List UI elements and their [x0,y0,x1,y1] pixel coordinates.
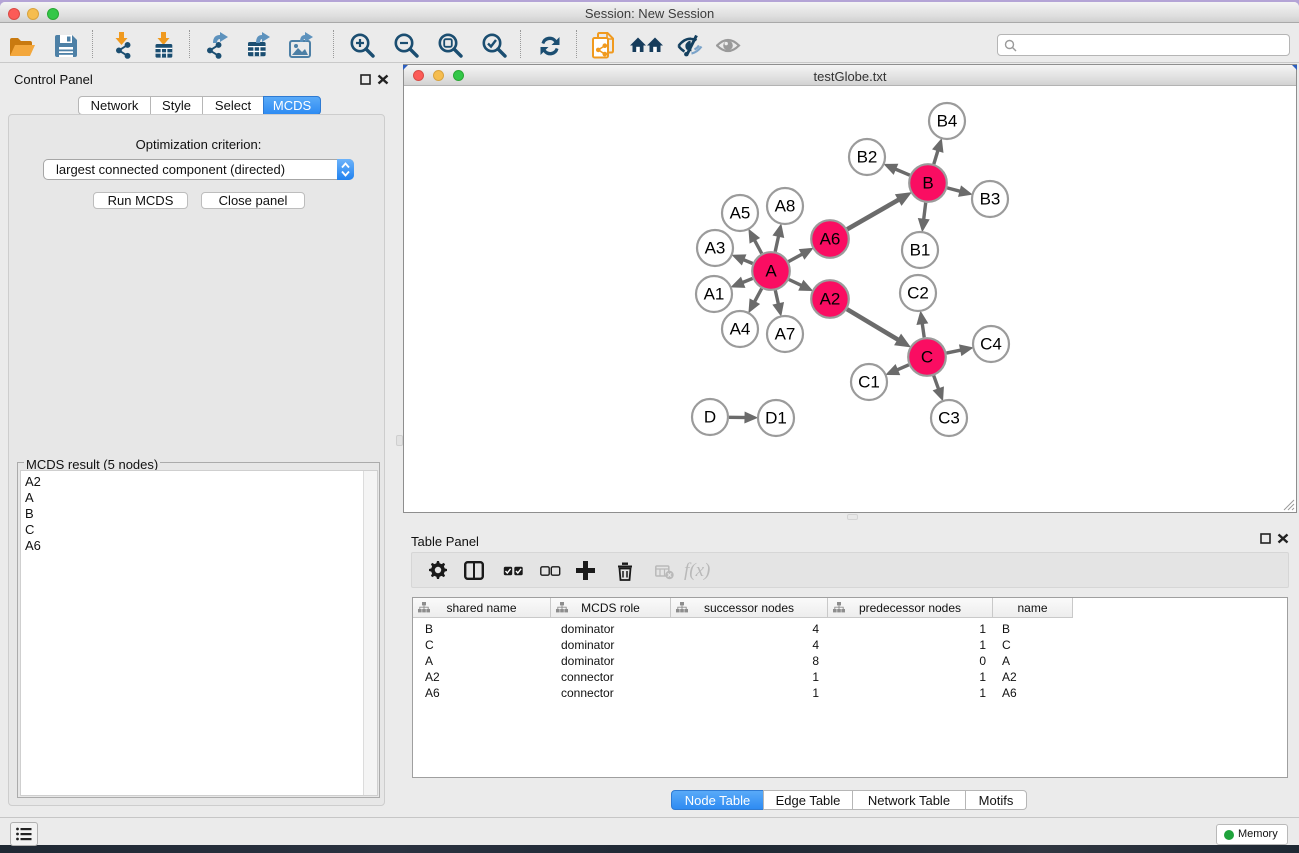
svg-text:A6: A6 [820,230,841,249]
svg-text:B4: B4 [937,112,958,131]
svg-text:C2: C2 [907,284,929,303]
svg-text:C4: C4 [980,335,1002,354]
svg-text:C1: C1 [858,373,880,392]
svg-text:A4: A4 [730,320,751,339]
svg-text:B3: B3 [980,190,1001,209]
svg-text:D: D [704,408,716,427]
svg-text:A2: A2 [820,290,841,309]
svg-text:A7: A7 [775,325,796,344]
svg-text:A5: A5 [730,204,751,223]
svg-text:C3: C3 [938,409,960,428]
svg-text:D1: D1 [765,409,787,428]
svg-text:A3: A3 [705,239,726,258]
svg-text:A: A [765,262,777,281]
svg-text:C: C [921,348,933,367]
svg-text:B2: B2 [857,148,878,167]
svg-text:B1: B1 [910,241,931,260]
svg-text:B: B [922,174,933,193]
svg-text:A1: A1 [704,285,725,304]
svg-text:f(x): f(x) [684,560,710,581]
svg-text:A8: A8 [775,197,796,216]
